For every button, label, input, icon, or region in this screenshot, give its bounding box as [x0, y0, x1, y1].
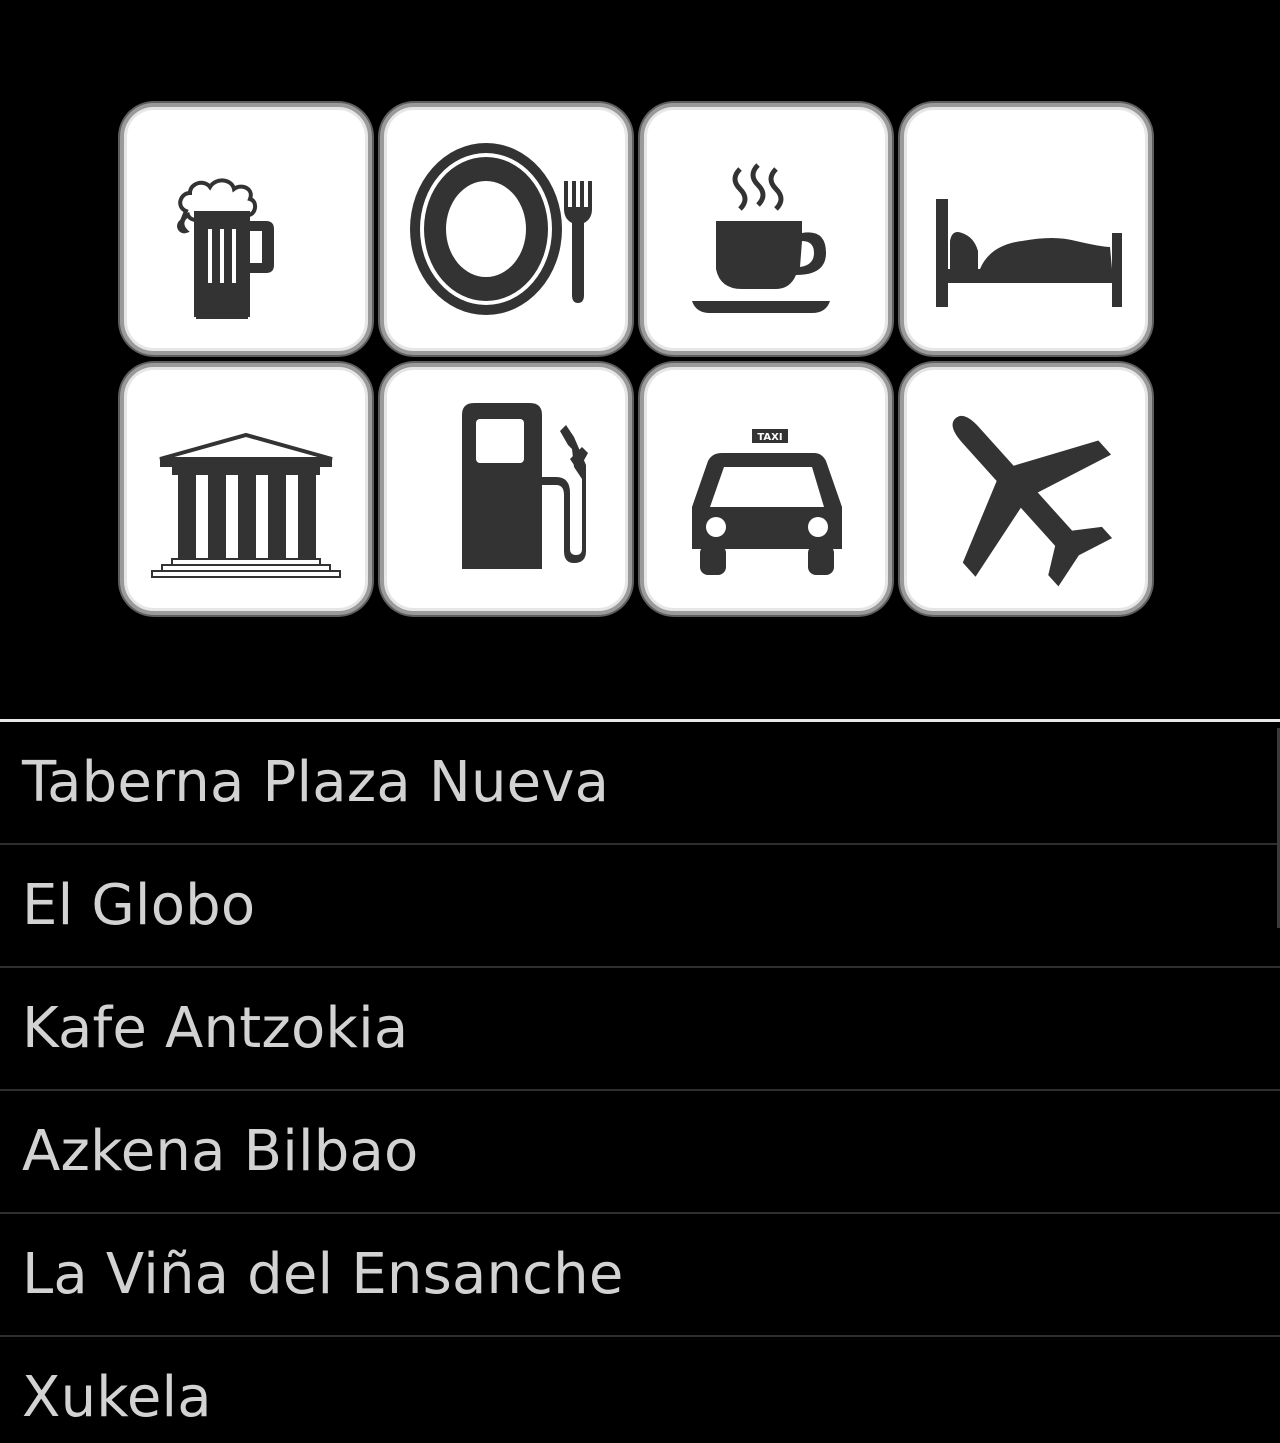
taxi-sign-text: TAXI [757, 432, 782, 443]
list-item[interactable]: Xukela [0, 1337, 1280, 1443]
places-list[interactable]: Taberna Plaza Nueva El Globo Kafe Antzok… [0, 722, 1280, 1443]
airplane-icon [952, 415, 1113, 587]
list-item[interactable]: Taberna Plaza Nueva [0, 722, 1280, 845]
coffee-cup-icon [692, 163, 830, 313]
list-item-label: La Viña del Ensanche [22, 1241, 624, 1307]
museum-icon [151, 432, 341, 578]
category-tile-museums[interactable] [120, 363, 372, 615]
list-item[interactable]: Kafe Antzokia [0, 968, 1280, 1091]
list-item-label: Taberna Plaza Nueva [22, 749, 610, 815]
list-item-label: Azkena Bilbao [22, 1118, 419, 1184]
list-item-label: Xukela [22, 1364, 212, 1430]
category-tile-airports[interactable] [900, 363, 1152, 615]
category-tile-restaurants[interactable] [380, 103, 632, 355]
list-item-label: Kafe Antzokia [22, 995, 409, 1061]
plate-fork-knife-icon [410, 143, 592, 315]
category-tile-taxis[interactable]: TAXI [640, 363, 892, 615]
bed-icon [936, 199, 1122, 307]
taxi-icon: TAXI [692, 429, 842, 575]
category-tile-cafes[interactable] [640, 103, 892, 355]
beer-mug-icon [177, 178, 274, 319]
list-item[interactable]: El Globo [0, 845, 1280, 968]
list-item[interactable]: La Viña del Ensanche [0, 1214, 1280, 1337]
gas-pump-icon [462, 403, 588, 569]
category-grid: TAXI [0, 0, 1280, 720]
list-item[interactable]: Azkena Bilbao [0, 1091, 1280, 1214]
category-tile-bars[interactable] [120, 103, 372, 355]
category-tile-gas-stations[interactable] [380, 363, 632, 615]
list-item-label: El Globo [22, 872, 256, 938]
app-screen: TAXI Taberna Plaza Nueva El Globo Kafe A… [0, 0, 1280, 1443]
category-tile-hotels[interactable] [900, 103, 1152, 355]
